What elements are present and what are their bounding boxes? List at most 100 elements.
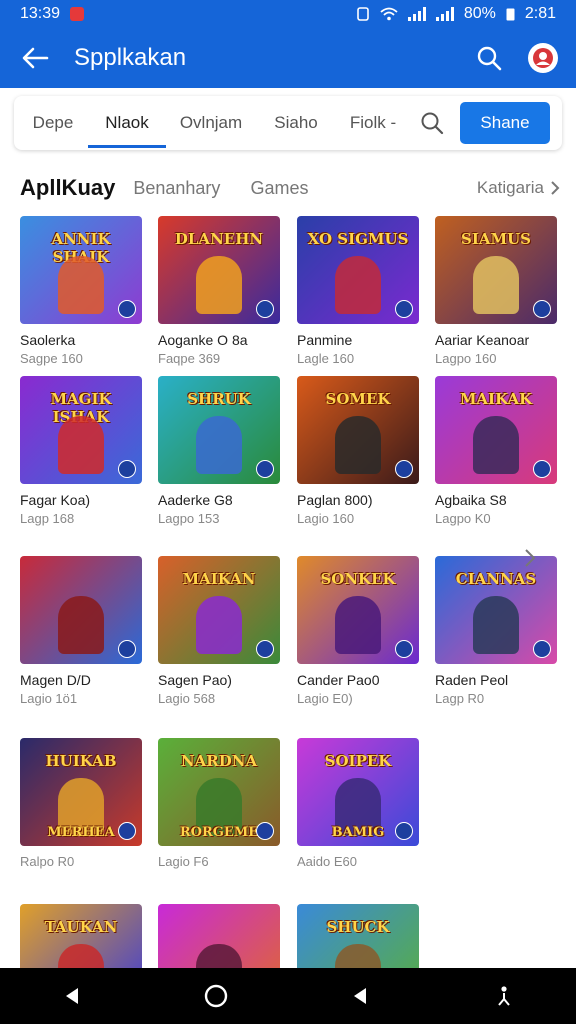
profile-avatar[interactable] [528,43,558,73]
app-thumbnail[interactable]: HUIKAB MERHEA [20,738,142,846]
thumbnail-banner-text: SIAMUS [460,230,531,248]
link-badge-icon [256,460,274,478]
app-card[interactable]: MAIKAK Agbaika S8 Lagpo K0 [435,376,557,526]
app-thumbnail[interactable]: CIANNAS [435,556,557,664]
nav-recent-button[interactable] [340,976,380,1016]
chevron-right-icon [551,181,560,195]
app-thumbnail[interactable]: MAGIK ISHAK [20,376,142,484]
link-badge-icon [256,822,274,840]
app-subtitle: Lagio F6 [158,854,209,869]
thumbnail-banner-text: XO SIGMUS [307,230,409,248]
tab-depe[interactable]: Depe [18,96,88,150]
app-subtitle: Lagio 1ö1 [20,691,78,706]
app-card[interactable]: XO SIGMUS Panmine Lagle 160 [297,216,419,366]
nav-back-button[interactable] [52,976,92,1016]
app-card[interactable]: MAIKAN Sagen Pao) Lagio 568 [158,556,280,706]
app-title: Aaderke G8 [158,492,233,508]
section-games-link[interactable]: Games [250,178,308,199]
status-clock-right: 2:81 [524,5,556,22]
nav-accessibility-button[interactable] [484,976,524,1016]
app-thumbnail[interactable] [20,556,142,664]
section-header: ApllKuay Benanhary Games Katigaria [20,170,560,206]
hero-figure [473,416,519,474]
share-button[interactable]: Shane [460,102,550,144]
nfc-icon [357,7,369,21]
tab-ovlnjam[interactable]: Ovlnjam [166,96,256,150]
app-thumbnail[interactable]: SIAMUS [435,216,557,324]
app-subtitle: Lagio 160 [297,511,355,526]
thumbnail-banner-text: SONKEK [320,570,396,588]
app-subtitle: Lagio 568 [158,691,216,706]
thumbnail-banner-text: SHRUK [187,390,251,408]
arrow-left-icon [22,47,49,69]
back-button[interactable] [18,41,52,75]
app-title: Spplkakan [74,44,187,71]
app-card[interactable]: ANNIK SHAIK Saolerka Sagpe 160 [20,216,142,366]
app-card[interactable]: HUIKAB MERHEA Ralpo R0 [20,738,142,869]
app-thumbnail[interactable]: MAIKAN [158,556,280,664]
app-card[interactable]: CIANNAS Raden Peol Lagp R0 [435,556,557,706]
app-title: Panmine [297,332,353,348]
nav-home-button[interactable] [196,976,236,1016]
app-subtitle: Lagle 160 [297,351,355,366]
thumbnail-banner-text: HUIKAB [45,752,117,770]
battery-icon [506,8,515,21]
thumbnail-banner-text: MAIKAK [459,390,533,408]
app-card[interactable]: SOIPEK BAMIG Aaido E60 [297,738,419,869]
app-card[interactable]: NARDNA RORGEME Lagio F6 [158,738,280,869]
app-thumbnail[interactable]: SHRUK [158,376,280,484]
battery-text: 80% [463,5,496,22]
tab-fiolk[interactable]: Fiolk - [336,96,410,150]
app-card[interactable]: Magen D/D Lagio 1ö1 [20,556,142,706]
app-title: Raden Peol [435,672,509,688]
link-badge-icon [395,460,413,478]
accessibility-icon [498,986,510,1006]
status-bar: 13:39 80% 2:81 [0,0,576,28]
app-thumbnail[interactable]: SONKEK [297,556,419,664]
app-card[interactable]: DLANEHN Aoganke O 8a Faqpe 369 [158,216,280,366]
app-card[interactable]: MAGIK ISHAK Fagar Koa) Lagp 168 [20,376,142,526]
search-icon [421,112,444,135]
hero-figure [473,596,519,654]
category-link[interactable]: Katigaria [477,178,560,198]
wifi-icon [380,7,398,21]
thumbnail-banner-text: SOIPEK [324,752,392,770]
hero-figure [58,596,104,654]
thumbnail-banner-text: TAUKAN [44,918,118,936]
chevron-right-icon[interactable] [520,548,540,568]
tab-nlaok[interactable]: Nlaok [88,96,166,150]
system-nav-bar [0,968,576,1024]
app-card[interactable]: SONKEK Cander Pao0 Lagio E0) [297,556,419,706]
thumbnail-banner-text: NARDNA [180,752,258,770]
app-thumbnail[interactable]: XO SIGMUS [297,216,419,324]
app-card[interactable]: SIAMUS Aariar Keanoar Lagpo 160 [435,216,557,366]
link-badge-icon [533,300,551,318]
tab-siaho[interactable]: Siaho [256,96,336,150]
section-subtitle[interactable]: Benanhary [133,178,220,199]
hero-figure [335,416,381,474]
app-subtitle: Lagio E0) [297,691,353,706]
app-subtitle: Aaido E60 [297,854,357,869]
app-subtitle: Sagpe 160 [20,351,83,366]
tab-search-button[interactable] [410,96,454,150]
app-thumbnail[interactable]: SOIPEK BAMIG [297,738,419,846]
app-thumbnail[interactable]: DLANEHN [158,216,280,324]
notification-icon [70,7,85,21]
app-thumbnail[interactable]: ANNIK SHAIK [20,216,142,324]
app-card[interactable]: SHRUK Aaderke G8 Lagpo 153 [158,376,280,526]
link-badge-icon [395,822,413,840]
category-label: Katigaria [476,178,544,197]
link-badge-icon [118,300,136,318]
app-title: Fagar Koa) [20,492,91,508]
hero-figure [196,256,242,314]
link-badge-icon [118,460,136,478]
app-title: Cander Pao0 [297,672,380,688]
app-thumbnail[interactable]: NARDNA RORGEME [158,738,280,846]
circle-home-icon [204,984,228,1008]
app-thumbnail[interactable]: MAIKAK [435,376,557,484]
app-subtitle: Lagpo 153 [158,511,220,526]
search-button[interactable] [472,41,506,75]
link-badge-icon [395,640,413,658]
app-thumbnail[interactable]: SOMEK [297,376,419,484]
app-card[interactable]: SOMEK Paglan 800) Lagio 160 [297,376,419,526]
